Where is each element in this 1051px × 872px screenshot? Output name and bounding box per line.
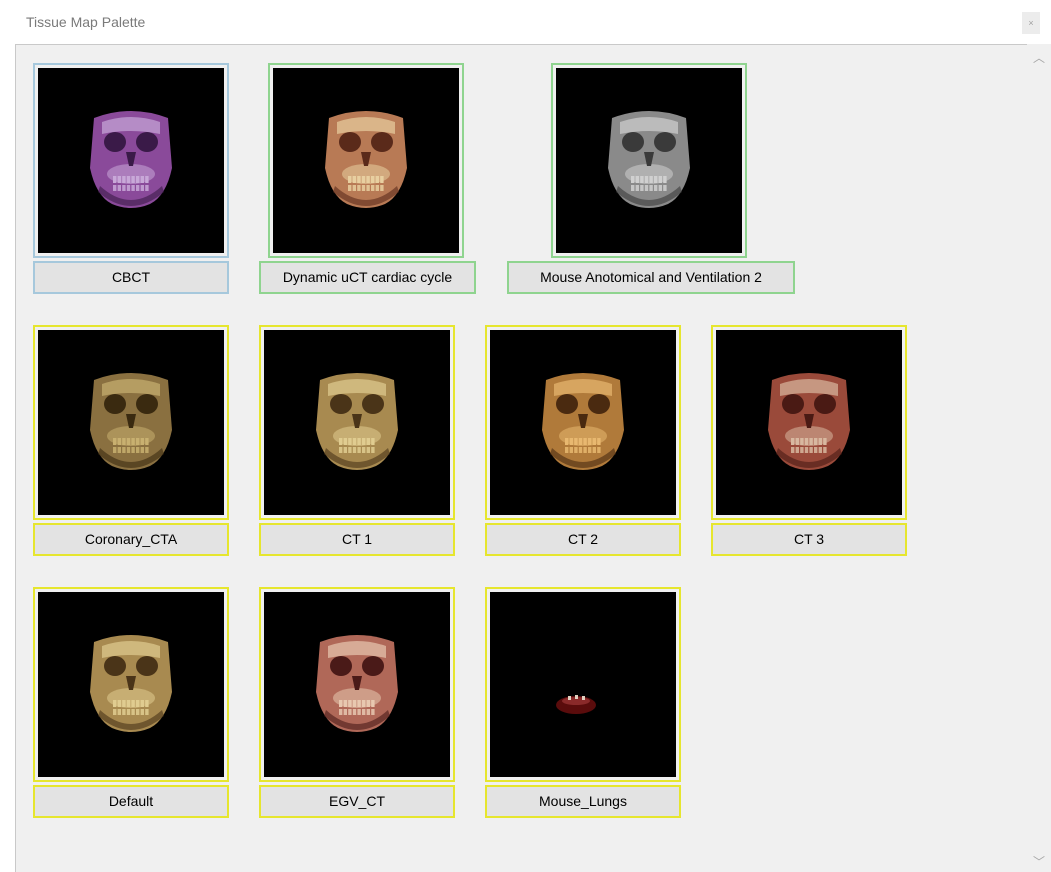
- tile-label[interactable]: Coronary_CTA: [33, 523, 229, 556]
- skull-render-image: [556, 695, 596, 714]
- skull-shape: [90, 635, 172, 732]
- tile-label[interactable]: EGV_CT: [259, 785, 455, 818]
- skull-shape: [90, 111, 172, 208]
- skull-render-image: [608, 111, 690, 208]
- tile-label[interactable]: CT 2: [485, 523, 681, 556]
- skull-render-image: [768, 373, 850, 470]
- skull-shape: [325, 111, 407, 208]
- skull-render-image: [90, 635, 172, 732]
- tile-thumbnail[interactable]: [259, 587, 455, 782]
- tile-thumbnail[interactable]: [33, 325, 229, 520]
- vertical-scrollbar[interactable]: ︿ ﹀: [1027, 44, 1051, 872]
- skull-render-image: [325, 111, 407, 208]
- tile-thumbnail[interactable]: [33, 587, 229, 782]
- skull-render-image: [316, 373, 398, 470]
- tile-thumbnail[interactable]: [485, 325, 681, 520]
- scroll-down-arrow-icon[interactable]: ﹀: [1027, 852, 1051, 872]
- skull-shape: [768, 373, 850, 470]
- tile-label[interactable]: Mouse_Lungs: [485, 785, 681, 818]
- title-bar: Tissue Map Palette ×: [0, 0, 1051, 44]
- tile-label[interactable]: Default: [33, 785, 229, 818]
- tile-thumbnail[interactable]: [33, 63, 229, 258]
- tile-label[interactable]: Mouse Anotomical and Ventilation 2: [507, 261, 795, 294]
- tile-thumbnail[interactable]: [485, 587, 681, 782]
- skull-shape: [316, 635, 398, 732]
- tissue-map-palette-window: Tissue Map Palette × CBCT Dynamic uCT ca…: [0, 0, 1051, 872]
- skull-shape: [542, 373, 624, 470]
- skull-render-image: [90, 111, 172, 208]
- tile-thumbnail[interactable]: [711, 325, 907, 520]
- tile-thumbnail[interactable]: [259, 325, 455, 520]
- window-title: Tissue Map Palette: [26, 14, 146, 30]
- scroll-up-arrow-icon[interactable]: ︿: [1027, 48, 1051, 68]
- lungs-render-shape: [556, 695, 596, 714]
- palette-panel: CBCT Dynamic uCT cardiac cycle Mouse Ano…: [15, 44, 1027, 872]
- skull-shape: [90, 373, 172, 470]
- tile-thumbnail[interactable]: [551, 63, 747, 258]
- skull-render-image: [316, 635, 398, 732]
- tile-label[interactable]: CT 1: [259, 523, 455, 556]
- tile-label[interactable]: CT 3: [711, 523, 907, 556]
- skull-render-image: [90, 373, 172, 470]
- tile-label[interactable]: Dynamic uCT cardiac cycle: [259, 261, 476, 294]
- close-icon[interactable]: ×: [1022, 12, 1040, 34]
- skull-shape: [608, 111, 690, 208]
- tile-label[interactable]: CBCT: [33, 261, 229, 294]
- tile-thumbnail[interactable]: [268, 63, 464, 258]
- skull-shape: [316, 373, 398, 470]
- skull-render-image: [542, 373, 624, 470]
